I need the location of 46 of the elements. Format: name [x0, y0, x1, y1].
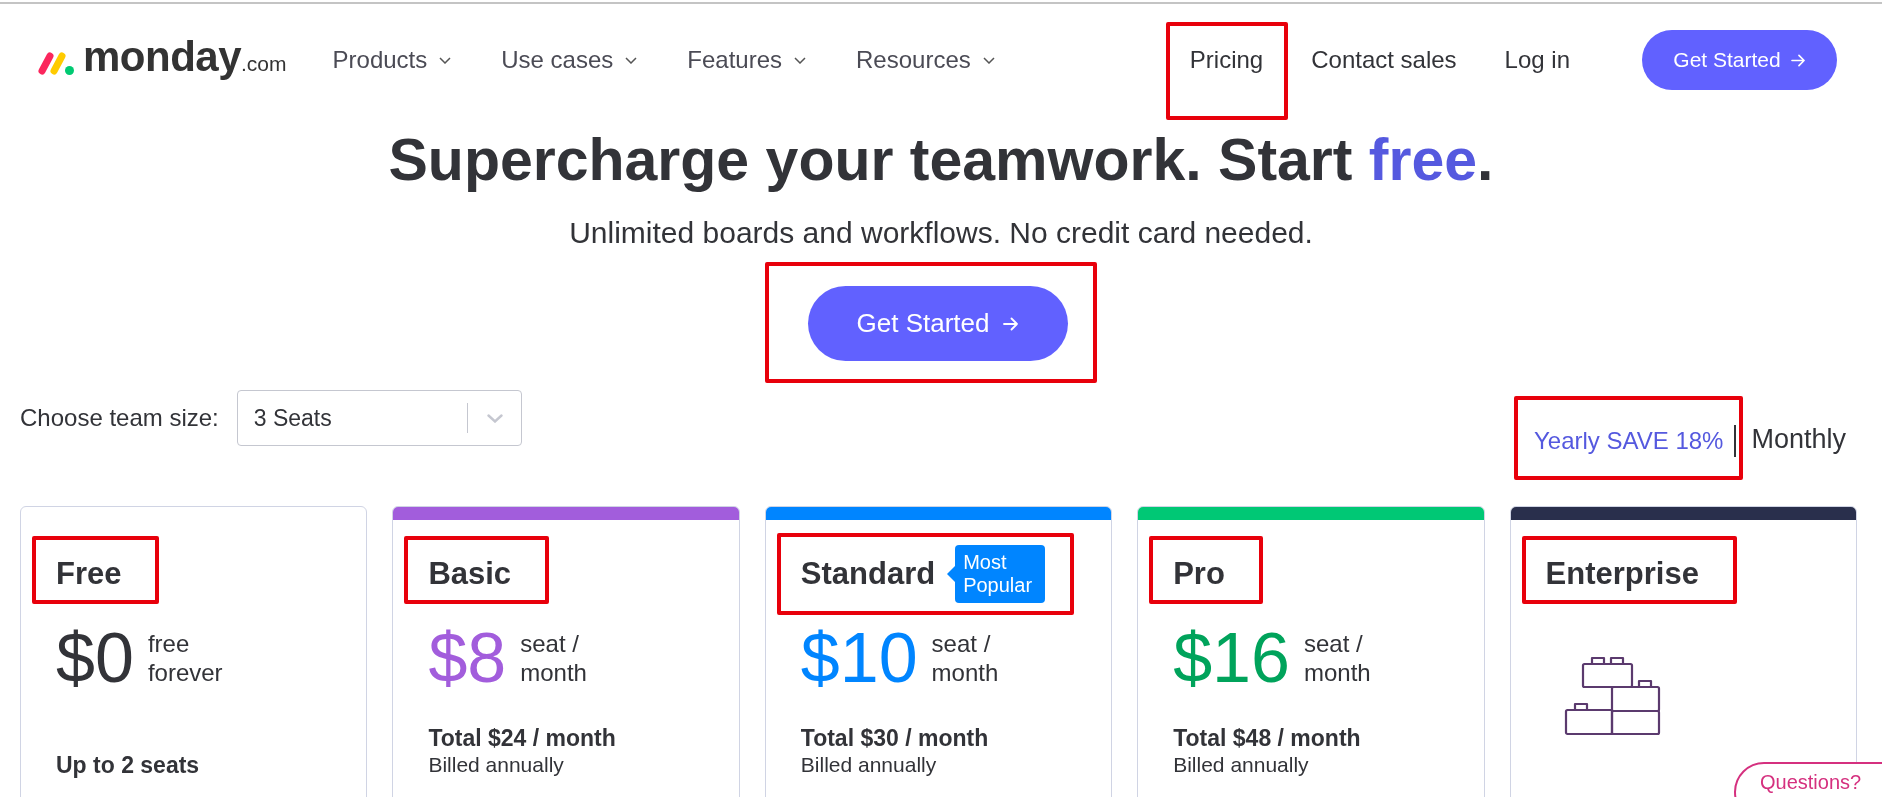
plan-name: Standard: [800, 556, 936, 592]
plan-name: Pro: [1173, 556, 1225, 592]
headline: Supercharge your teamwork. Start free.: [387, 128, 1495, 192]
caret-icon: [625, 56, 638, 64]
chevron-down-icon: [486, 413, 503, 423]
seats-note: Up to 2 seats: [56, 752, 200, 778]
caret-icon: [439, 56, 452, 64]
price-period: seat / month: [520, 629, 588, 687]
nav-menu-item[interactable]: Features: [687, 45, 807, 75]
billing-note: Billed annually: [1173, 753, 1309, 777]
nav-menu-item[interactable]: Use cases: [501, 45, 638, 75]
plan-price: $10: [800, 622, 918, 694]
arrow-right-icon: [1790, 53, 1806, 67]
brand-wordmark[interactable]: monday.com: [83, 32, 287, 88]
building-blocks-icon: [1563, 656, 1661, 736]
billing-note: Billed annually: [428, 753, 564, 777]
price-period: seat / month: [931, 629, 1000, 687]
questions-button[interactable]: Questions?: [1734, 762, 1882, 797]
total-price: Total $30 / month: [800, 725, 989, 751]
subtitle: Unlimited boards and workflows. No credit card needed.: [568, 216, 1314, 250]
caret-icon: [982, 56, 995, 64]
total-price: Total $24 / month: [428, 725, 616, 751]
plan-price: $16: [1173, 622, 1290, 694]
nav-link[interactable]: Log in: [1504, 46, 1570, 74]
billing-note: Billed annually: [800, 753, 937, 777]
nav-menu-item[interactable]: Products: [332, 45, 452, 75]
team-size-label: Choose team size:: [20, 404, 219, 432]
plan-name: Free: [56, 556, 122, 592]
caret-icon: [794, 56, 807, 64]
plan-name: Basic: [428, 556, 512, 592]
nav-link[interactable]: Contact sales: [1311, 46, 1457, 74]
price-period: free forever: [147, 629, 224, 687]
nav-menu-item[interactable]: Resources: [856, 45, 995, 75]
get-started-button[interactable]: Get Started: [808, 286, 1068, 361]
plan-price: $8: [428, 622, 507, 694]
plan-price: $0: [56, 622, 134, 694]
plan-name: Enterprise: [1545, 556, 1699, 592]
price-period: seat / month: [1304, 629, 1372, 687]
nav-link[interactable]: Pricing: [1189, 46, 1264, 73]
logo-mark-icon[interactable]: [37, 50, 75, 76]
billing-option[interactable]: Yearly SAVE 18%: [1534, 427, 1724, 455]
arrow-right-icon: [1003, 316, 1020, 331]
total-price: Total $48 / month: [1173, 725, 1361, 751]
get-started-button[interactable]: Get Started: [1642, 30, 1837, 90]
billing-option[interactable]: Monthly: [1751, 425, 1846, 453]
team-size-select[interactable]: 3 Seats: [236, 390, 522, 446]
